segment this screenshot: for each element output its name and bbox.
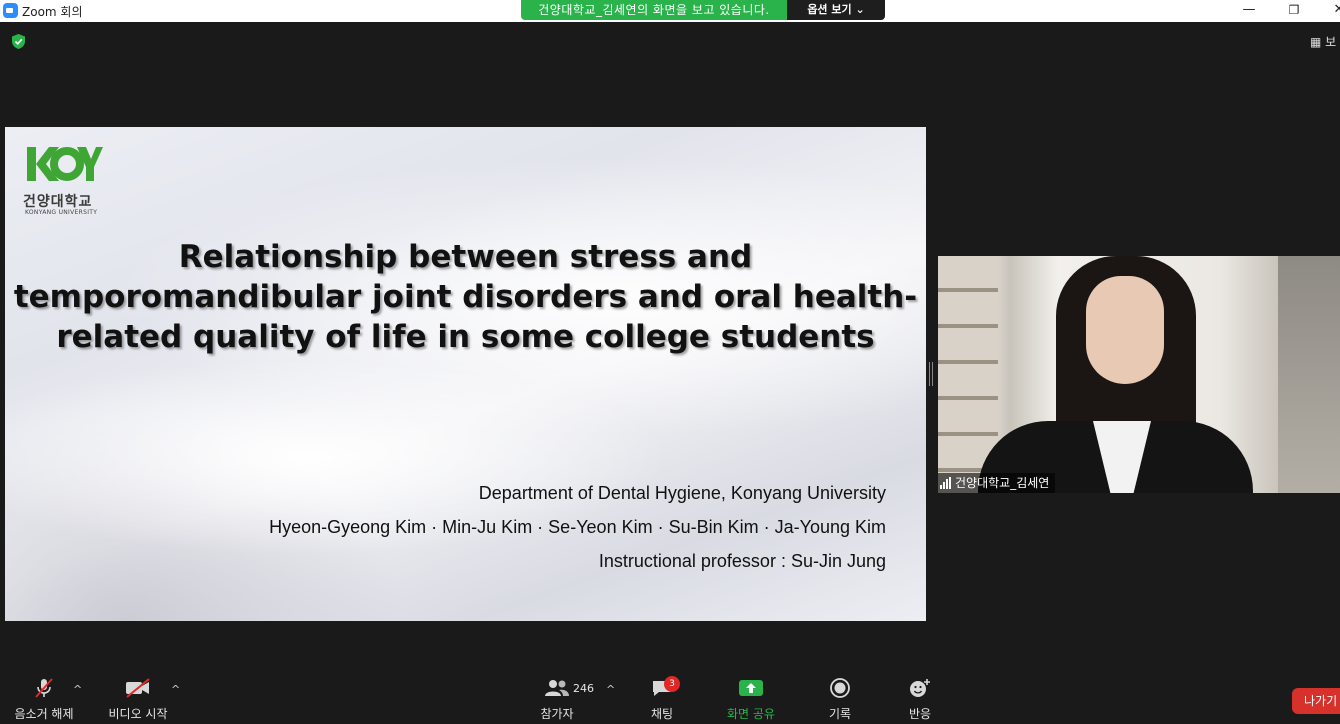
panel-splitter-handle[interactable]	[929, 362, 933, 386]
restore-button[interactable]: ❐	[1271, 0, 1317, 22]
record-button[interactable]: 기록	[826, 678, 854, 722]
department-line: Department of Dental Hygiene, Konyang Un…	[478, 483, 886, 503]
chat-unread-badge: 3	[664, 676, 680, 692]
video-options-caret-icon[interactable]: ^	[171, 683, 180, 696]
window-title: Zoom 회의	[22, 5, 83, 19]
encryption-shield-icon[interactable]	[10, 33, 27, 50]
leave-meeting-button[interactable]: 나가기	[1292, 688, 1340, 714]
view-toggle[interactable]: ▦ 보	[1310, 33, 1336, 50]
konyang-university-logo	[27, 147, 103, 181]
start-video-button[interactable]: 비디오 시작	[104, 678, 172, 722]
video-off-icon	[126, 678, 150, 698]
participant-video[interactable]: 건양대학교_김세연	[938, 256, 1340, 493]
share-screen-icon	[739, 680, 763, 696]
professor-line: Instructional professor : Su-Jin Jung	[598, 551, 886, 571]
share-screen-label: 화면 공유	[727, 707, 775, 721]
participants-button[interactable]: 참가자	[538, 678, 576, 722]
grid-view-icon: ▦	[1310, 35, 1322, 49]
unmute-button[interactable]: 음소거 해제	[10, 678, 78, 722]
participant-name-tag: 건양대학교_김세연	[938, 473, 1056, 493]
participants-options-caret-icon[interactable]: ^	[606, 683, 615, 696]
authors-line: Hyeon-Gyeong Kim · Min-Ju Kim · Se-Yeon …	[269, 517, 886, 537]
video-background-window	[1278, 256, 1340, 493]
reactions-smiley-icon	[910, 679, 930, 697]
participant-name: 건양대학교_김세연	[955, 476, 1050, 490]
close-button[interactable]: ✕	[1316, 0, 1340, 22]
record-icon	[830, 678, 850, 698]
slide-title: Relationship between stress and temporom…	[13, 239, 918, 355]
share-screen-button[interactable]: 화면 공유	[722, 678, 780, 722]
start-video-label: 비디오 시작	[108, 707, 168, 721]
view-options-button[interactable]: 옵션 보기 ⌄	[787, 0, 885, 20]
audio-options-caret-icon[interactable]: ^	[73, 683, 82, 696]
minimize-button[interactable]: —	[1226, 0, 1272, 22]
reactions-label: 반응	[908, 707, 932, 721]
zoom-app-icon	[3, 3, 18, 18]
participants-label: 참가자	[540, 707, 574, 721]
logo-korean-text: 건양대학교	[23, 194, 93, 210]
chat-label: 채팅	[650, 707, 674, 721]
screen-share-banner: 건양대학교_김세연의 화면을 보고 있습니다.	[521, 0, 787, 20]
unmute-label: 음소거 해제	[14, 707, 74, 721]
reactions-button[interactable]: 반응	[906, 678, 934, 722]
participants-icon	[545, 680, 569, 696]
muted-microphone-icon	[35, 678, 53, 698]
participants-count: 246	[573, 682, 594, 695]
shared-screen-slide: 건양대학교 KONYANG UNIVERSITY Relationship be…	[5, 127, 926, 621]
view-toggle-label: 보	[1325, 35, 1337, 49]
logo-english-text: KONYANG UNIVERSITY	[25, 209, 98, 216]
record-label: 기록	[828, 707, 852, 721]
signal-strength-icon	[940, 477, 951, 489]
video-person-face	[1086, 276, 1164, 384]
slide-credits: Department of Dental Hygiene, Konyang Un…	[269, 476, 886, 578]
